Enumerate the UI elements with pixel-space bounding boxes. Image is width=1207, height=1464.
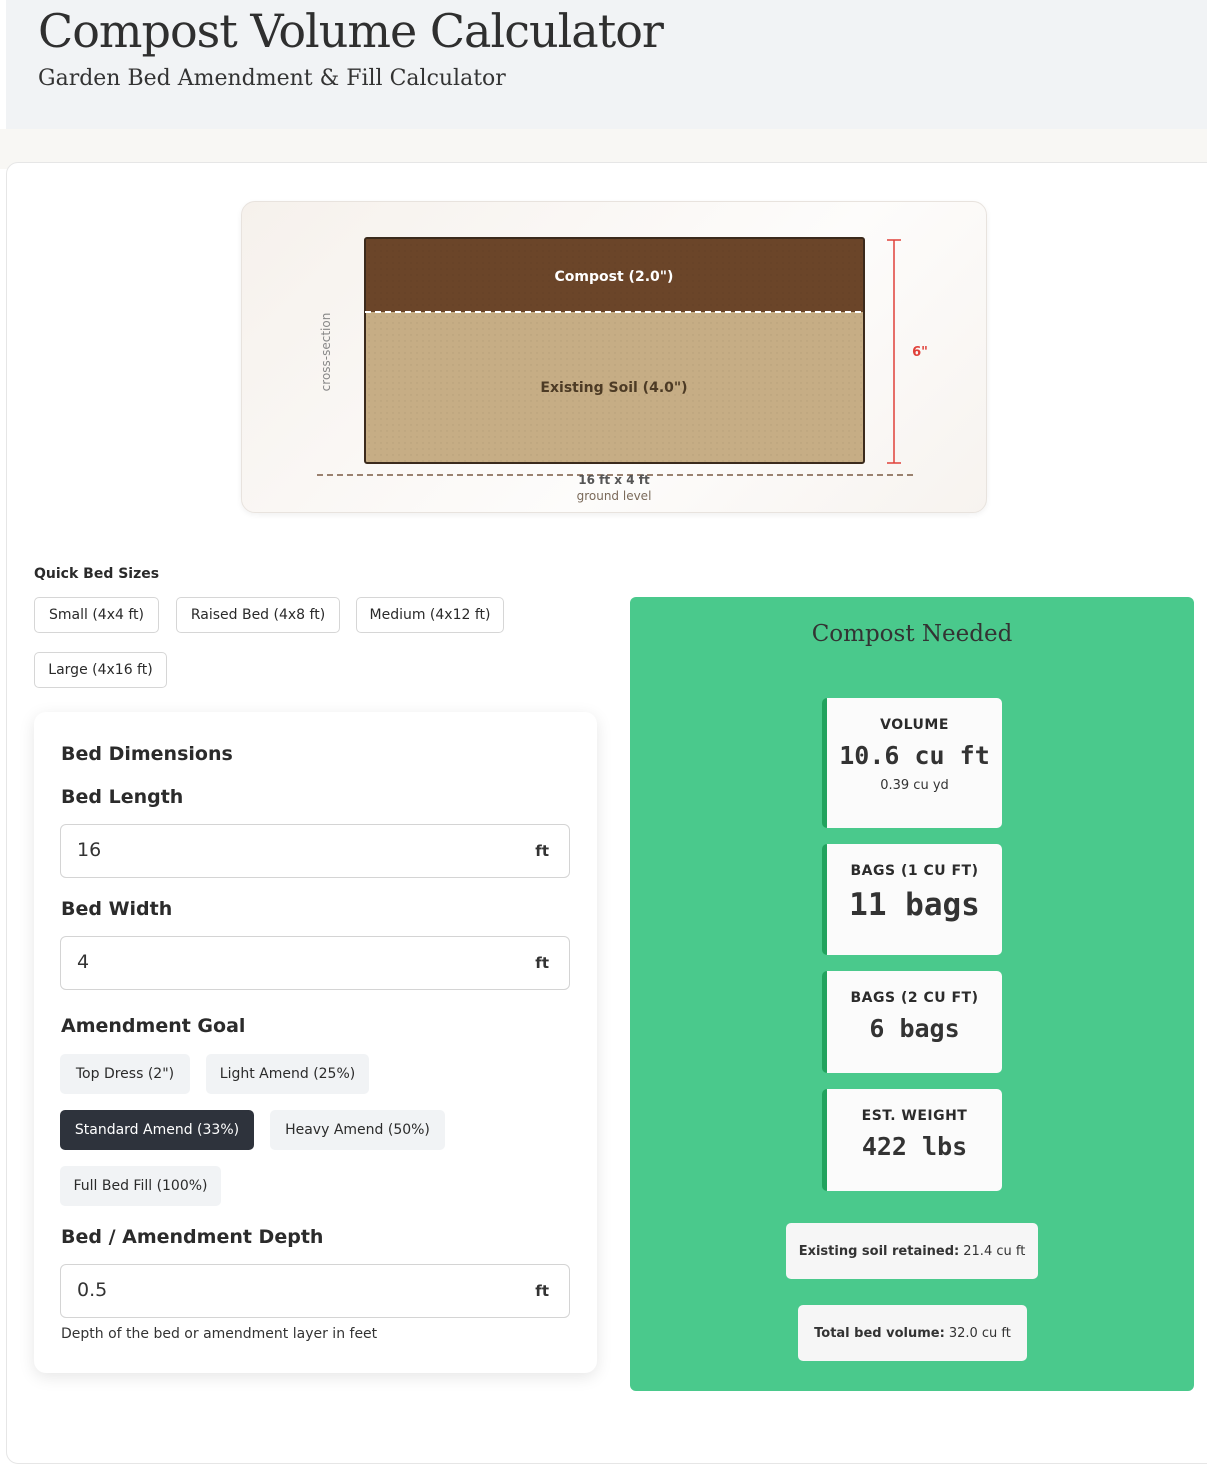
- goal-heavy-amend-button[interactable]: Heavy Amend (50%): [270, 1110, 445, 1150]
- volume-stat: VOLUME 10.6 cu ft 0.39 cu yd: [822, 698, 1002, 828]
- total-volume-pill: Total bed volume: 32.0 cu ft: [798, 1305, 1027, 1361]
- bed-length-unit: ft: [535, 842, 549, 860]
- quick-size-large-button[interactable]: Large (4x16 ft): [34, 652, 167, 688]
- soil-layer-label: Existing Soil (4.0"): [540, 380, 687, 396]
- quick-size-raised-button[interactable]: Raised Bed (4x8 ft): [176, 597, 340, 633]
- bed-width-value: 4: [77, 951, 90, 973]
- bed-dimensions-card: Bed Dimensions Bed Length 16 ft Bed Widt…: [34, 712, 597, 1373]
- soil-retained-value: 21.4 cu ft: [963, 1243, 1026, 1259]
- bed-width-label: Bed Width: [61, 898, 173, 920]
- depth-label: Bed / Amendment Depth: [61, 1226, 324, 1248]
- page-title: Compost Volume Calculator: [38, 4, 664, 58]
- bed-length-label: Bed Length: [61, 786, 184, 808]
- weight-label: EST. WEIGHT: [861, 1108, 968, 1124]
- goal-top-dress-button[interactable]: Top Dress (2"): [60, 1054, 190, 1094]
- soil-retained-pill: Existing soil retained: 21.4 cu ft: [786, 1223, 1038, 1279]
- depth-label: 6": [912, 345, 928, 360]
- bed-width-input[interactable]: 4 ft: [60, 936, 570, 990]
- results-title: Compost Needed: [811, 621, 1013, 647]
- weight-stat: EST. WEIGHT 422 lbs: [822, 1089, 1002, 1191]
- depth-unit: ft: [535, 1282, 549, 1300]
- quick-sizes-label: Quick Bed Sizes: [34, 566, 160, 582]
- total-volume-label: Total bed volume:: [814, 1325, 945, 1341]
- amendment-goal-label: Amendment Goal: [61, 1015, 246, 1037]
- bed-width-unit: ft: [535, 954, 549, 972]
- bags-2cuft-stat: BAGS (2 CU FT) 6 bags: [822, 971, 1002, 1073]
- goal-standard-amend-button[interactable]: Standard Amend (33%): [60, 1110, 254, 1150]
- bed-size-label: 16 ft x 4 ft: [578, 473, 650, 487]
- depth-value: 0.5: [77, 1279, 108, 1301]
- compost-layer-label: Compost (2.0"): [555, 269, 674, 285]
- depth-input[interactable]: 0.5 ft: [60, 1264, 570, 1318]
- depth-hint: Depth of the bed or amendment layer in f…: [61, 1326, 378, 1342]
- bed-length-input[interactable]: 16 ft: [60, 824, 570, 878]
- page-header: Compost Volume Calculator Garden Bed Ame…: [6, 0, 1207, 129]
- bags-1cuft-stat: BAGS (1 CU FT) 11 bags: [822, 844, 1002, 955]
- bed-length-value: 16: [77, 839, 102, 861]
- volume-label: VOLUME: [880, 717, 949, 733]
- quick-size-small-button[interactable]: Small (4x4 ft): [34, 597, 159, 633]
- bed-cross-section-diagram: Compost (2.0") Existing Soil (4.0") 6" c…: [241, 201, 987, 513]
- total-volume-value: 32.0 cu ft: [948, 1325, 1011, 1341]
- volume-cubic-yards: 0.39 cu yd: [880, 778, 949, 793]
- results-panel: Compost Needed VOLUME 10.6 cu ft 0.39 cu…: [630, 597, 1194, 1391]
- bed-dimensions-title: Bed Dimensions: [61, 743, 233, 765]
- weight-value: 422 lbs: [861, 1132, 968, 1161]
- quick-size-medium-button[interactable]: Medium (4x12 ft): [356, 597, 504, 633]
- ground-level-label: ground level: [577, 489, 652, 503]
- cross-section-label: cross-section: [319, 313, 333, 392]
- bags-1cuft-label: BAGS (1 CU FT): [850, 863, 979, 879]
- diagram-svg: Compost (2.0") Existing Soil (4.0") 6" c…: [317, 237, 928, 503]
- soil-retained-label: Existing soil retained:: [798, 1243, 960, 1259]
- page-subtitle: Garden Bed Amendment & Fill Calculator: [38, 66, 506, 91]
- volume-value: 10.6 cu ft: [839, 741, 990, 770]
- bags-2cuft-label: BAGS (2 CU FT): [850, 990, 979, 1006]
- bags-1cuft-value: 11 bags: [849, 887, 980, 923]
- bags-2cuft-value: 6 bags: [869, 1014, 960, 1043]
- goal-full-fill-button[interactable]: Full Bed Fill (100%): [60, 1166, 221, 1206]
- goal-light-amend-button[interactable]: Light Amend (25%): [206, 1054, 369, 1094]
